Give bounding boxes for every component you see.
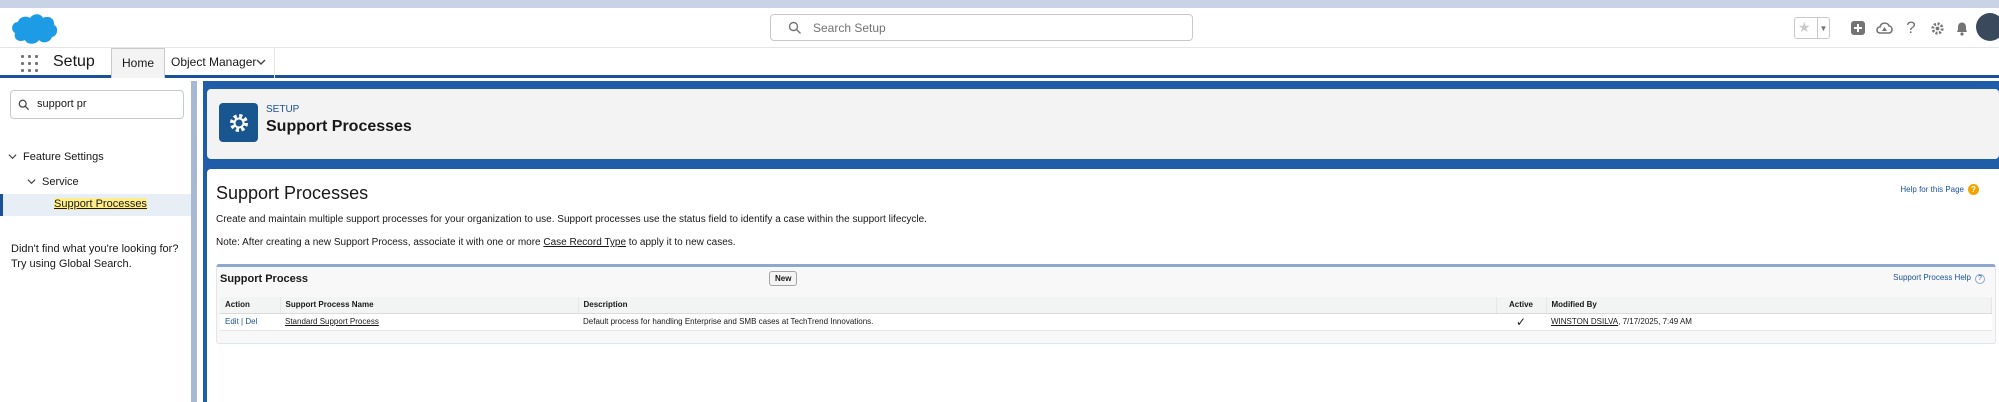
tree-item-support-processes-label[interactable]: Support Processes [54,198,147,210]
chevron-down-icon[interactable] [27,177,36,186]
app-launcher-icon[interactable] [21,55,39,73]
trailhead-icon[interactable] [1872,16,1896,40]
favorites-button[interactable]: ★ ▼ [1794,17,1830,39]
setup-eyebrow: SETUP [266,104,300,115]
chevron-down-icon[interactable] [8,152,17,161]
tab-home[interactable]: Home [111,48,166,78]
quick-find-input[interactable]: support pr [10,90,184,119]
setup-gear-icon[interactable] [1925,16,1949,40]
tab-object-manager[interactable]: Object Manager [163,48,275,78]
help-icon[interactable]: ? [1899,16,1923,40]
row-modified-by-cell: WINSTON DSILVA, 7/17/2025, 7:49 AM [1546,313,1992,331]
modified-date: , 7/17/2025, 7:49 AM [1618,317,1692,326]
note-prefix: Note: After creating a new Support Proce… [216,237,544,248]
hint-line-2: Try using Global Search. [11,258,132,270]
modified-by-user-link[interactable]: WINSTON DSILVA [1551,317,1618,326]
favorites-dropdown-icon[interactable]: ▼ [1817,18,1829,38]
browser-top-strip [0,0,1999,8]
context-navbar: Setup Home Object Manager [0,48,1999,78]
quick-find-value: support pr [37,98,87,110]
content-frame: Support Processes Help for this Page? Cr… [203,169,1999,402]
help-icon[interactable]: ? [1975,274,1985,284]
row-name-cell: Standard Support Process [280,313,578,331]
help-for-this-page-link[interactable]: Help for this Page? [1900,184,1979,195]
related-list-title: Support Process [220,273,309,285]
setup-header-banner: SETUP Support Processes [203,81,1999,169]
help-orange-icon[interactable]: ? [1968,184,1979,195]
app-name: Setup [53,53,95,70]
case-record-type-link[interactable]: Case Record Type [543,237,626,248]
setup-gear-icon [219,103,258,142]
support-process-table: Action Support Process Name Description … [220,297,1992,331]
search-icon [18,99,30,111]
table-row: Edit | Del Standard Support Process Defa… [220,313,1992,331]
tree-feature-settings[interactable]: Feature Settings [8,151,104,163]
tree-service[interactable]: Service [27,176,79,188]
note-suffix: to apply it to new cases. [626,237,736,248]
tab-object-manager-label: Object Manager [171,55,257,69]
support-process-related-list: Support Process New Support Process Help… [216,264,1996,344]
tree-feature-settings-label: Feature Settings [23,151,104,163]
global-header: Search Setup ★ ▼ ? [0,8,1999,48]
table-header-row: Action Support Process Name Description … [220,297,1992,314]
chevron-down-icon[interactable] [256,57,266,67]
standard-support-process-link[interactable]: Standard Support Process [285,317,379,326]
global-actions-icon[interactable] [1846,16,1870,40]
setup-sidebar: support pr Feature Settings Service Supp… [0,81,197,402]
col-description: Description [578,297,1497,314]
global-search-hint: Didn't find what you're looking for? Try… [11,242,178,272]
tree-item-support-processes[interactable]: Support Processes [0,194,191,216]
notifications-bell-icon[interactable] [1950,16,1974,40]
active-checkmark: ✓ [1496,313,1546,331]
star-icon: ★ [1798,19,1811,35]
help-for-this-page-label[interactable]: Help for this Page [1900,185,1964,194]
del-link[interactable]: Del [245,317,257,326]
banner-title: Support Processes [266,118,412,135]
page-note: Note: After creating a new Support Proce… [216,237,736,248]
edit-link[interactable]: Edit [225,317,239,326]
row-actions: Edit | Del [220,313,280,331]
salesforce-cloud-logo[interactable] [10,12,60,46]
support-process-help-link[interactable]: Support Process Help? [1893,273,1985,284]
search-icon [788,21,801,34]
content-card: Support Processes Help for this Page? Cr… [207,169,1999,402]
col-action: Action [220,297,281,314]
col-modified-by: Modified By [1546,297,1992,314]
search-placeholder: Search Setup [813,21,886,35]
support-process-help-label[interactable]: Support Process Help [1893,273,1971,282]
row-description: Default process for handling Enterprise … [578,313,1496,331]
global-search-input[interactable]: Search Setup [770,14,1193,41]
page-title: Support Processes [216,183,369,203]
col-active: Active [1496,297,1547,314]
page-description: Create and maintain multiple support pro… [216,214,927,225]
new-button[interactable]: New [769,271,798,286]
hint-line-1: Didn't find what you're looking for? [11,243,179,255]
col-name: Support Process Name [280,297,579,314]
tree-service-label: Service [42,176,79,188]
user-avatar[interactable] [1976,13,1999,41]
setup-header-panel: SETUP Support Processes [207,89,1999,159]
